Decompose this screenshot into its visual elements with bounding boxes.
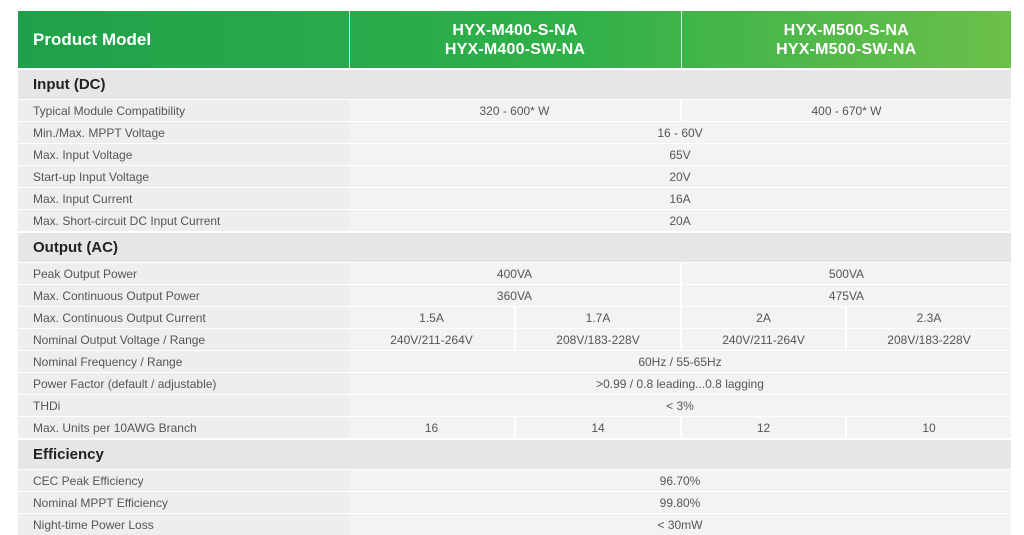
spec-sheet: Product Model HYX-M400-S-NA HYX-M400-SW-… — [18, 11, 1011, 535]
row-label: Max. Units per 10AWG Branch — [18, 417, 349, 440]
table-row: Nominal MPPT Efficiency 99.80% — [18, 492, 1011, 514]
row-value: 60Hz / 55-65Hz — [349, 351, 1011, 373]
row-label: Max. Input Current — [18, 188, 349, 210]
table-row: Peak Output Power 400VA 500VA — [18, 263, 1011, 285]
row-value: 400VA — [349, 263, 681, 285]
row-label: Max. Continuous Output Current — [18, 307, 349, 329]
row-value: 240V/211-264V — [681, 329, 846, 351]
table-row: Power Factor (default / adjustable) >0.9… — [18, 373, 1011, 395]
table-row: Night-time Power Loss < 30mW — [18, 514, 1011, 535]
model-m500-header: HYX-M500-S-NA HYX-M500-SW-NA — [681, 11, 1011, 69]
row-value: 14 — [515, 417, 681, 440]
model-m400-header: HYX-M400-S-NA HYX-M400-SW-NA — [349, 11, 681, 69]
model-m400-line2: HYX-M400-SW-NA — [350, 40, 681, 59]
section-output: Output (AC) — [18, 232, 1011, 263]
table-row: Max. Units per 10AWG Branch 16 14 12 10 — [18, 417, 1011, 440]
row-value: 320 - 600* W — [349, 100, 681, 122]
row-value: 99.80% — [349, 492, 1011, 514]
table-row: Nominal Frequency / Range 60Hz / 55-65Hz — [18, 351, 1011, 373]
table-row: THDi < 3% — [18, 395, 1011, 417]
table-row: Nominal Output Voltage / Range 240V/211-… — [18, 329, 1011, 351]
row-label: Max. Continuous Output Power — [18, 285, 349, 307]
row-label: Night-time Power Loss — [18, 514, 349, 535]
section-title: Efficiency — [18, 439, 1011, 470]
table-row: Typical Module Compatibility 320 - 600* … — [18, 100, 1011, 122]
table-row: Max. Continuous Output Current 1.5A 1.7A… — [18, 307, 1011, 329]
row-value: 96.70% — [349, 470, 1011, 492]
row-value: 20V — [349, 166, 1011, 188]
header-row: Product Model HYX-M400-S-NA HYX-M400-SW-… — [18, 11, 1011, 69]
row-value: 1.5A — [349, 307, 515, 329]
row-value: 20A — [349, 210, 1011, 233]
row-label: Typical Module Compatibility — [18, 100, 349, 122]
table-row: Start-up Input Voltage 20V — [18, 166, 1011, 188]
row-value: 208V/183-228V — [846, 329, 1011, 351]
row-value: 208V/183-228V — [515, 329, 681, 351]
row-value: 16A — [349, 188, 1011, 210]
table-row: Max. Short-circuit DC Input Current 20A — [18, 210, 1011, 233]
row-value: >0.99 / 0.8 leading...0.8 lagging — [349, 373, 1011, 395]
row-value: 400 - 670* W — [681, 100, 1011, 122]
row-value: 16 - 60V — [349, 122, 1011, 144]
table-row: Max. Input Current 16A — [18, 188, 1011, 210]
row-value: 2.3A — [846, 307, 1011, 329]
row-label: THDi — [18, 395, 349, 417]
row-label: Nominal Frequency / Range — [18, 351, 349, 373]
model-m500-line1: HYX-M500-S-NA — [682, 21, 1012, 40]
model-m500-line2: HYX-M500-SW-NA — [682, 40, 1012, 59]
table-row: CEC Peak Efficiency 96.70% — [18, 470, 1011, 492]
row-value: 16 — [349, 417, 515, 440]
product-model-label: Product Model — [18, 11, 349, 69]
table-row: Max. Input Voltage 65V — [18, 144, 1011, 166]
row-label: Nominal MPPT Efficiency — [18, 492, 349, 514]
table-row: Min./Max. MPPT Voltage 16 - 60V — [18, 122, 1011, 144]
section-title: Input (DC) — [18, 69, 1011, 100]
row-value: 360VA — [349, 285, 681, 307]
row-value: 240V/211-264V — [349, 329, 515, 351]
row-value: 10 — [846, 417, 1011, 440]
row-label: Max. Input Voltage — [18, 144, 349, 166]
section-input: Input (DC) — [18, 69, 1011, 100]
row-value: 500VA — [681, 263, 1011, 285]
row-value: < 30mW — [349, 514, 1011, 535]
row-label: Start-up Input Voltage — [18, 166, 349, 188]
section-title: Output (AC) — [18, 232, 1011, 263]
model-m400-line1: HYX-M400-S-NA — [350, 21, 681, 40]
section-efficiency: Efficiency — [18, 439, 1011, 470]
row-value: 65V — [349, 144, 1011, 166]
row-value: 12 — [681, 417, 846, 440]
row-label: Max. Short-circuit DC Input Current — [18, 210, 349, 233]
row-label: CEC Peak Efficiency — [18, 470, 349, 492]
spec-table: Product Model HYX-M400-S-NA HYX-M400-SW-… — [18, 11, 1011, 535]
row-label: Peak Output Power — [18, 263, 349, 285]
row-label: Min./Max. MPPT Voltage — [18, 122, 349, 144]
row-value: < 3% — [349, 395, 1011, 417]
row-value: 475VA — [681, 285, 1011, 307]
row-label: Nominal Output Voltage / Range — [18, 329, 349, 351]
row-value: 1.7A — [515, 307, 681, 329]
table-row: Max. Continuous Output Power 360VA 475VA — [18, 285, 1011, 307]
row-label: Power Factor (default / adjustable) — [18, 373, 349, 395]
row-value: 2A — [681, 307, 846, 329]
